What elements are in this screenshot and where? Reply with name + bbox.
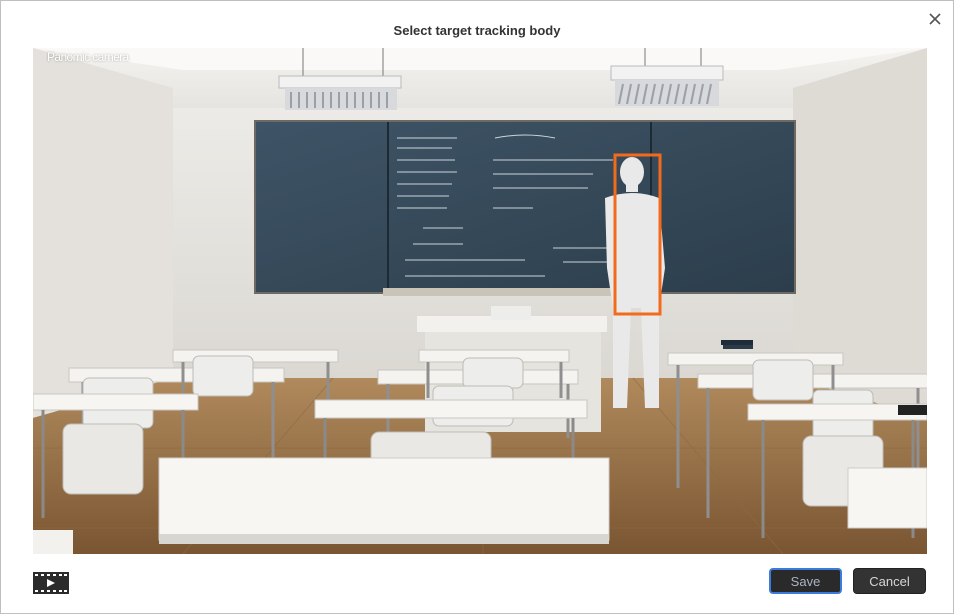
camera-label: Panomic camera — [47, 50, 129, 64]
tracking-dialog: Select target tracking body Panomic came… — [0, 0, 954, 614]
close-icon[interactable] — [927, 11, 943, 27]
dialog-title: Select target tracking body — [393, 23, 561, 38]
panoramic-camera-view[interactable] — [33, 48, 927, 554]
cancel-button[interactable]: Cancel — [853, 568, 926, 594]
save-button[interactable]: Save — [769, 568, 842, 594]
film-play-icon[interactable] — [33, 572, 69, 594]
